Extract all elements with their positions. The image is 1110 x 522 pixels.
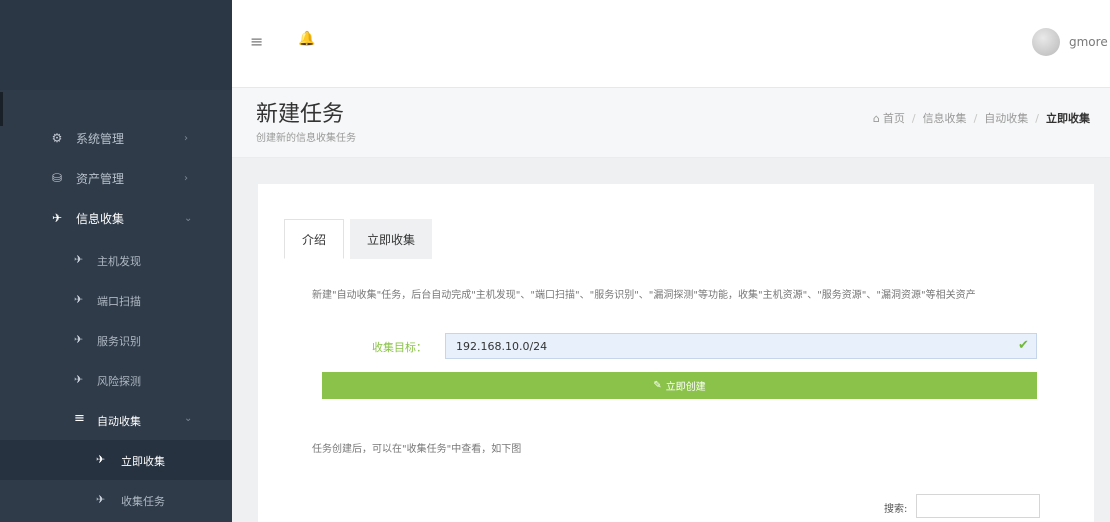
plane-icon: ✈ (74, 333, 84, 346)
chevron-right-icon: › (184, 172, 188, 184)
plane-icon: ✈ (96, 493, 106, 506)
sidebar: ⚙ 系统管理 › ⛁ 资产管理 › ✈ 信息收集 ⌄ ✈ 主机发现 ✈ 端口扫描… (0, 0, 232, 522)
page-title: 新建任务 (256, 102, 345, 127)
sidebar-subitem-service-identify[interactable]: ✈ 服务识别 (0, 320, 232, 360)
sidebar-subitem-host-discovery[interactable]: ✈ 主机发现 (0, 240, 232, 280)
user-menu[interactable]: gmore ⌄ (1069, 35, 1110, 49)
breadcrumb-home[interactable]: 首页 (883, 110, 905, 126)
sidebar-subitem-auto-collect[interactable]: ≡ 自动收集 ⌄ (0, 400, 232, 440)
sidebar-item-info-collect[interactable]: ✈ 信息收集 ⌄ (0, 198, 232, 238)
breadcrumb-auto-collect[interactable]: 自动收集 (984, 110, 1028, 126)
sidebar-item-assets[interactable]: ⛁ 资产管理 › (0, 158, 232, 198)
chevron-down-icon: ⌄ (184, 212, 193, 224)
list-icon: ≡ (74, 411, 85, 426)
bell-icon[interactable]: 🔔 (298, 31, 315, 47)
sidebar-subitem-collect-tasks[interactable]: ✈ 收集任务 (0, 480, 232, 520)
tab-intro[interactable]: 介绍 (284, 219, 344, 259)
chevron-right-icon: › (184, 132, 188, 144)
sidebar-subitem-risk-detect[interactable]: ✈ 风险探测 (0, 360, 232, 400)
breadcrumb-separator: / (973, 111, 978, 125)
sidebar-item-label: 信息收集 (76, 211, 125, 226)
home-icon: ⌂ (872, 111, 880, 125)
rocket-icon: ✈ (51, 211, 63, 225)
sidebar-item-label: 系统管理 (76, 131, 125, 146)
create-now-button[interactable]: ✎ 立即创建 (322, 372, 1037, 399)
breadcrumb-current: 立即收集 (1046, 112, 1090, 125)
task-note: 任务创建后，可以在"收集任务"中查看，如下图 (312, 444, 522, 455)
breadcrumb-separator: / (911, 111, 916, 125)
gear-icon: ⚙ (51, 131, 63, 145)
plane-icon: ✈ (96, 453, 106, 466)
check-icon: ✔ (1018, 338, 1029, 353)
sidebar-subitem-collect-now[interactable]: ✈ 立即收集 (0, 440, 232, 480)
target-label: 收集目标： (372, 341, 427, 354)
chevron-down-icon: ⌄ (184, 413, 193, 424)
sidebar-item-system[interactable]: ⚙ 系统管理 › (0, 118, 232, 158)
sidebar-logo-area (0, 0, 232, 90)
tab-bar: 介绍 立即收集 (284, 219, 432, 259)
search-label: 搜索: (884, 504, 908, 515)
sidebar-subitem-label: 主机发现 (97, 255, 141, 268)
database-icon: ⛁ (51, 171, 63, 185)
sidebar-subitem-label: 自动收集 (97, 415, 141, 428)
tab-collect-now[interactable]: 立即收集 (350, 219, 432, 259)
sidebar-subitem-label: 服务识别 (97, 335, 141, 348)
sidebar-subitem-label: 端口扫描 (97, 295, 141, 308)
page-subtitle: 创建新的信息收集任务 (256, 133, 356, 144)
sidebar-subitem-port-scan[interactable]: ✈ 端口扫描 (0, 280, 232, 320)
create-now-label: 立即创建 (665, 382, 706, 393)
plane-icon: ✈ (74, 373, 84, 386)
search-input[interactable] (916, 494, 1040, 518)
breadcrumb: ⌂ 首页 / 信息收集 / 自动收集 / 立即收集 (873, 110, 1090, 126)
plane-icon: ✈ (74, 293, 84, 306)
breadcrumb-info-collect[interactable]: 信息收集 (923, 110, 967, 126)
sidebar-subitem-label: 收集任务 (121, 495, 165, 508)
breadcrumb-separator: / (1035, 111, 1039, 125)
target-input[interactable]: 192.168.10.0/24 (445, 333, 1037, 359)
menu-toggle-icon[interactable]: ≡ (250, 32, 263, 51)
page-header: 新建任务 创建新的信息收集任务 ⌂ 首页 / 信息收集 / 自动收集 / 立即收… (232, 88, 1110, 158)
avatar[interactable] (1032, 28, 1060, 56)
intro-description: 新建"自动收集"任务，后台自动完成"主机发现"、"端口扫描"、"服务识别"、"漏… (312, 290, 976, 301)
edit-icon: ✎ (653, 380, 662, 391)
sidebar-item-label: 资产管理 (76, 171, 125, 186)
plane-icon: ✈ (74, 253, 84, 266)
top-bar: ≡ 🔔 gmore ⌄ (232, 0, 1110, 88)
sidebar-subitem-label: 风险探测 (97, 375, 141, 388)
sidebar-subitem-label: 立即收集 (121, 455, 165, 468)
